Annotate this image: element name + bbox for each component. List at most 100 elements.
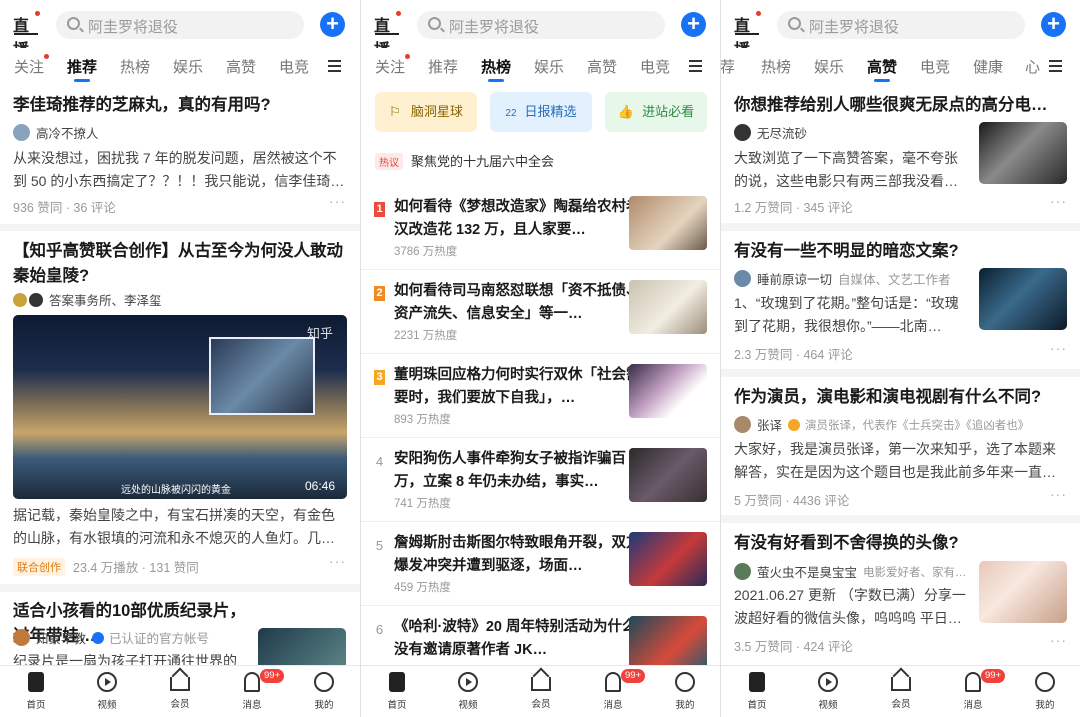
nav-me[interactable]: 我的 bbox=[665, 672, 705, 711]
tab-follow[interactable]: 关注 bbox=[375, 54, 411, 77]
live-button[interactable]: 直播 bbox=[374, 11, 402, 59]
feed-card[interactable]: 有没有好看到不舍得换的头像? 萤火虫不是臭宝宝 电影爱好者、家有… 2021.06… bbox=[721, 523, 1080, 665]
tab-health[interactable]: 健康 bbox=[973, 56, 1003, 77]
more-icon[interactable]: ··· bbox=[329, 193, 346, 209]
nav-home[interactable]: 首页 bbox=[737, 672, 777, 711]
create-button[interactable]: + bbox=[1041, 12, 1066, 37]
nav-messages[interactable]: 99+ 消息 bbox=[593, 669, 646, 711]
nav-vip[interactable]: 会员 bbox=[160, 672, 200, 710]
tab-recommend[interactable]: 推荐 bbox=[428, 56, 458, 77]
feed-card[interactable]: 有没有一些不明显的暗恋文案? 睡前原谅一切 自媒体、文艺工作者 1、“玫瑰到了花期… bbox=[721, 231, 1080, 369]
tab-ent[interactable]: 娱乐 bbox=[534, 56, 564, 77]
excerpt[interactable]: 1、“玫瑰到了花期。”整句话是：“玫瑰到了花期，我很想你。”——北南… bbox=[734, 292, 968, 338]
nav-video[interactable]: 视频 bbox=[87, 672, 127, 711]
tab-top[interactable]: 高赞 bbox=[587, 56, 617, 77]
excerpt[interactable]: 大致浏览了一下高赞答案，毫不夸张的说，这些电影只有两三部我没看… bbox=[734, 147, 968, 193]
hot-topic[interactable]: 热议 聚焦党的十九届六中全会 bbox=[375, 151, 554, 170]
excerpt[interactable]: 从来没想过，困扰我 7 年的脱发问题，居然被这个不到 50 的小东西搞定了？？！… bbox=[13, 147, 347, 193]
create-button[interactable]: + bbox=[681, 12, 706, 37]
live-button[interactable]: 直播 bbox=[734, 11, 762, 59]
tab-esports[interactable]: 电竞 bbox=[279, 56, 309, 77]
nav-vip[interactable]: 会员 bbox=[521, 672, 561, 710]
feed-card[interactable]: 李佳琦推荐的芝麻丸，真的有用吗? 高冷不撩人 从来没想过，困扰我 7 年的脱发问… bbox=[0, 86, 360, 224]
thumbnail[interactable] bbox=[629, 532, 707, 586]
feed-card[interactable]: 【知乎高赞联合创作】从古至今为何没人敢动秦始皇陵? 答案事务所、李泽玺 知乎 远… bbox=[0, 231, 360, 584]
feed-card[interactable]: 你想推荐给别人哪些很爽无尿点的高分电… 无尽流砂 大致浏览了一下高赞答案，毫不夸… bbox=[721, 86, 1080, 223]
card-title[interactable]: 有没有一些不明显的暗恋文案? bbox=[734, 239, 1069, 264]
hot-item[interactable]: 4 安阳狗伤人事件牵狗女子被指诈骗百万，立案 8 年仍未办结，事实… 741 万… bbox=[361, 438, 720, 522]
menu-icon[interactable] bbox=[1041, 48, 1080, 86]
feed-card[interactable]: 作为演员，演电影和演电视剧有什么不同? 张译 演员张译，代表作《士兵突击》《追凶者… bbox=[721, 377, 1080, 515]
thumbnail[interactable] bbox=[629, 196, 707, 250]
tab-top[interactable]: 高赞 bbox=[226, 56, 256, 77]
thumbnail[interactable] bbox=[258, 628, 346, 665]
card-title[interactable]: 你想推荐给别人哪些很爽无尿点的高分电… bbox=[734, 93, 1069, 118]
card-title[interactable]: 有没有好看到不舍得换的头像? bbox=[734, 531, 1069, 556]
tab-esports[interactable]: 电竞 bbox=[920, 56, 950, 77]
tab-more[interactable]: 心 bbox=[1025, 56, 1040, 77]
create-button[interactable]: + bbox=[320, 12, 345, 37]
card-title[interactable]: 作为演员，演电影和演电视剧有什么不同? bbox=[734, 385, 1069, 410]
tab-recommend[interactable]: 荐 bbox=[721, 56, 735, 77]
hot-title[interactable]: 如何看待司马南怒怼联想「资不抵债、资产流失、信息安全」等一… bbox=[394, 280, 649, 326]
nav-home[interactable]: 首页 bbox=[377, 672, 417, 711]
feed-card[interactable]: 适合小孩看的10部优质纪录片，过年带娃… 知蒙早教 已认证的官方帐号 纪录片是一扇… bbox=[0, 592, 360, 665]
thumbnail[interactable] bbox=[979, 561, 1067, 623]
tab-hot[interactable]: 热榜 bbox=[481, 56, 511, 82]
hot-item[interactable]: 3 董明珠回应格力何时实行双休「社会需要时，我们要放下自我」，… 893 万热度 bbox=[361, 354, 720, 438]
thumbnail[interactable] bbox=[629, 280, 707, 334]
thumbnail[interactable] bbox=[979, 122, 1067, 184]
hot-item[interactable]: 5 詹姆斯肘击斯图尔特致眼角开裂，双方爆发冲突并遭到驱逐，场面… 459 万热度 bbox=[361, 522, 720, 606]
excerpt[interactable]: 纪录片是一扇为孩子打开通往世界的 bbox=[13, 650, 243, 665]
hot-title[interactable]: 安阳狗伤人事件牵狗女子被指诈骗百万，立案 8 年仍未办结，事实… bbox=[394, 448, 649, 494]
author[interactable]: 知蒙早教 已认证的官方帐号 bbox=[13, 628, 209, 647]
author[interactable]: 张译 演员张译，代表作《士兵突击》《追凶者也》 bbox=[734, 415, 1029, 434]
nav-video[interactable]: 视频 bbox=[808, 672, 848, 711]
tab-hot[interactable]: 热榜 bbox=[120, 56, 150, 77]
hot-title[interactable]: 詹姆斯肘击斯图尔特致眼角开裂，双方爆发冲突并遭到驱逐，场面… bbox=[394, 532, 649, 578]
thumbnail[interactable] bbox=[629, 616, 707, 670]
hot-title[interactable]: 董明珠回应格力何时实行双休「社会需要时，我们要放下自我」，… bbox=[394, 364, 649, 410]
search-bar[interactable]: 阿圭罗将退役 bbox=[777, 11, 1025, 39]
search-bar[interactable]: 阿圭罗将退役 bbox=[417, 11, 665, 39]
nav-messages[interactable]: 99+ 消息 bbox=[953, 669, 1006, 711]
chip-daily-picks[interactable]: 22 日报精选 bbox=[490, 92, 592, 132]
video-player[interactable]: 知乎 远处的山脉被闪闪的黄金 06:46 bbox=[13, 315, 347, 499]
more-icon[interactable]: ··· bbox=[1050, 193, 1067, 209]
tab-ent[interactable]: 娱乐 bbox=[173, 56, 203, 77]
author[interactable]: 高冷不撩人 bbox=[13, 123, 99, 142]
author[interactable]: 答案事务所、李泽玺 bbox=[13, 290, 162, 309]
tab-recommend[interactable]: 推荐 bbox=[67, 56, 97, 82]
more-icon[interactable]: ··· bbox=[329, 553, 346, 569]
more-icon[interactable]: ··· bbox=[1050, 632, 1067, 648]
author[interactable]: 萤火虫不是臭宝宝 电影爱好者、家有… bbox=[734, 562, 967, 581]
card-title[interactable]: 【知乎高赞联合创作】从古至今为何没人敢动秦始皇陵? bbox=[13, 239, 348, 289]
live-button[interactable]: 直播 bbox=[13, 11, 41, 59]
card-title[interactable]: 李佳琦推荐的芝麻丸，真的有用吗? bbox=[13, 93, 348, 118]
nav-me[interactable]: 我的 bbox=[1025, 672, 1065, 711]
hot-title[interactable]: 如何看待《梦想改造家》陶磊给农村老汉改造花 132 万，且人家要… bbox=[394, 196, 649, 242]
tab-hot[interactable]: 热榜 bbox=[761, 56, 791, 77]
hot-title[interactable]: 《哈利·波特》20 周年特别活动为什么没有邀请原著作者 JK… bbox=[394, 616, 649, 662]
nav-vip[interactable]: 会员 bbox=[881, 672, 921, 710]
chip-brain-planet[interactable]: ⚐ 脑洞星球 bbox=[375, 92, 477, 132]
excerpt[interactable]: 2021.06.27 更新 （字数已满）分享一波超好看的微信头像，呜呜呜 平日… bbox=[734, 584, 968, 630]
nav-me[interactable]: 我的 bbox=[304, 672, 344, 711]
tab-esports[interactable]: 电竞 bbox=[640, 56, 670, 77]
excerpt[interactable]: 大家好，我是演员张译，第一次来知乎，选了本题来解答，实在是因为这个题目也是我此前… bbox=[734, 438, 1068, 484]
menu-icon[interactable] bbox=[681, 48, 720, 86]
tab-top[interactable]: 高赞 bbox=[867, 56, 897, 82]
tab-follow[interactable]: 关注 bbox=[14, 54, 50, 77]
chip-must-see[interactable]: 👍 进站必看 bbox=[605, 92, 707, 132]
thumbnail[interactable] bbox=[629, 364, 707, 418]
menu-icon[interactable] bbox=[320, 48, 360, 86]
tab-ent[interactable]: 娱乐 bbox=[814, 56, 844, 77]
excerpt[interactable]: 据记载，秦始皇陵之中，有宝石拼凑的天空，有金色的山脉，有水银填的河流和永不熄灭的… bbox=[13, 504, 347, 550]
more-icon[interactable]: ··· bbox=[1050, 486, 1067, 502]
nav-home[interactable]: 首页 bbox=[16, 672, 56, 711]
nav-video[interactable]: 视频 bbox=[448, 672, 488, 711]
hot-item[interactable]: 1 如何看待《梦想改造家》陶磊给农村老汉改造花 132 万，且人家要… 3786… bbox=[361, 186, 720, 270]
author[interactable]: 睡前原谅一切 自媒体、文艺工作者 bbox=[734, 269, 951, 288]
search-bar[interactable]: 阿圭罗将退役 bbox=[56, 11, 304, 39]
author[interactable]: 无尽流砂 bbox=[734, 123, 807, 142]
